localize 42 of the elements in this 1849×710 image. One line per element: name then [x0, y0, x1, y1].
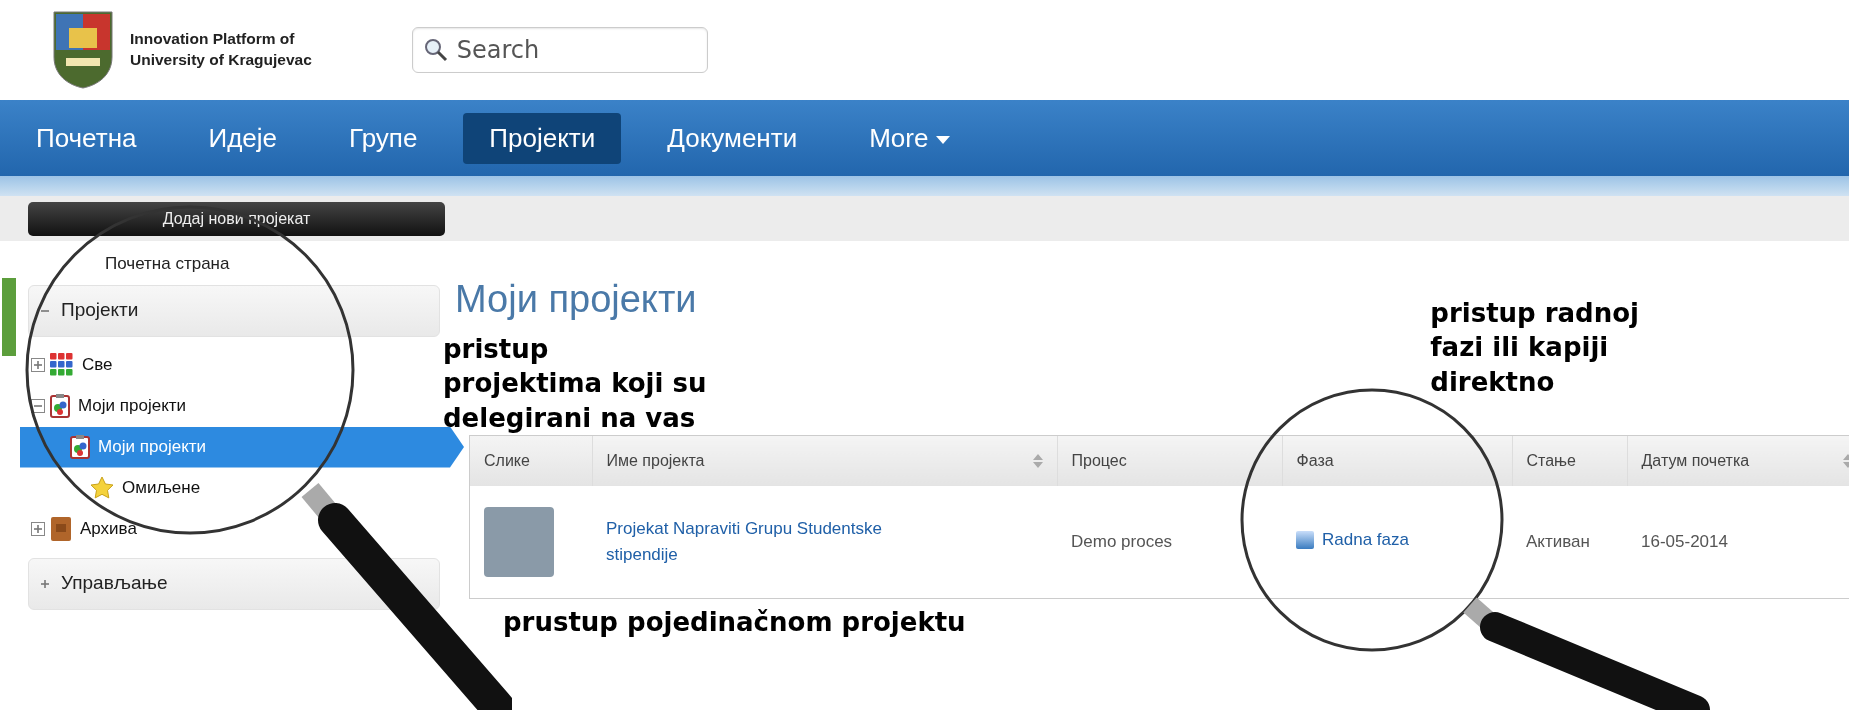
nav-tab[interactable]: Почетна: [10, 112, 163, 164]
university-crest-icon: [52, 10, 114, 90]
table-cell: Demo proces: [1057, 485, 1282, 598]
table-cell: 16-05-2014: [1627, 485, 1849, 598]
project-link[interactable]: Projekat Napraviti Grupu Studentske stipendije: [606, 516, 946, 568]
accordion-header[interactable]: Пројекти: [28, 284, 440, 337]
nav-tab[interactable]: Групе: [323, 112, 444, 164]
nav-dropdown[interactable]: More: [843, 112, 977, 164]
page-title: Моји пројекти: [455, 277, 697, 322]
caret-icon: [936, 135, 951, 144]
column-header: Стање: [1512, 435, 1627, 486]
column-header[interactable]: Датум почетка: [1627, 435, 1849, 486]
nav-tab[interactable]: Документи: [641, 112, 824, 164]
annotation-text: pristup radnoj fazi ili kapiji direktno: [1430, 297, 1639, 399]
nav-tab[interactable]: Пројекти: [463, 112, 622, 164]
column-header: Слике: [470, 435, 592, 486]
tree-item[interactable]: Архива: [0, 508, 450, 550]
logo-text: University of Kragujevac: [130, 50, 312, 70]
column-header: Фаза: [1282, 435, 1512, 486]
tree-item[interactable]: Моји пројекти: [20, 426, 464, 468]
clipboard-icon: [70, 435, 90, 459]
photo-placeholder: [484, 506, 554, 577]
sidebar-collapse-handle[interactable]: [0, 276, 18, 358]
column-header[interactable]: Име пројекта: [592, 435, 1057, 486]
tree-item[interactable]: Омиљене: [0, 467, 450, 509]
plus-icon[interactable]: [30, 521, 46, 537]
phase-icon: [1296, 531, 1314, 550]
column-header: Процес: [1057, 435, 1282, 486]
star-icon: [90, 476, 114, 500]
plus-icon[interactable]: [30, 357, 46, 373]
phase-link[interactable]: Radna faza: [1296, 527, 1409, 553]
logo-text: Innovation Platform of: [130, 29, 296, 50]
search-icon: [423, 38, 448, 62]
grid-icon: [50, 353, 74, 377]
box-icon: [50, 516, 72, 542]
nav-tab[interactable]: Идеје: [182, 112, 303, 164]
table-cell: Активан: [1512, 485, 1627, 598]
sort-icon[interactable]: [1032, 453, 1043, 468]
search-field[interactable]: Search: [411, 27, 708, 73]
annotation-text: prustup pojedinačnom projektu: [503, 605, 967, 639]
clipboard-icon: [50, 394, 70, 418]
home-link[interactable]: Почетна страна: [0, 251, 450, 277]
